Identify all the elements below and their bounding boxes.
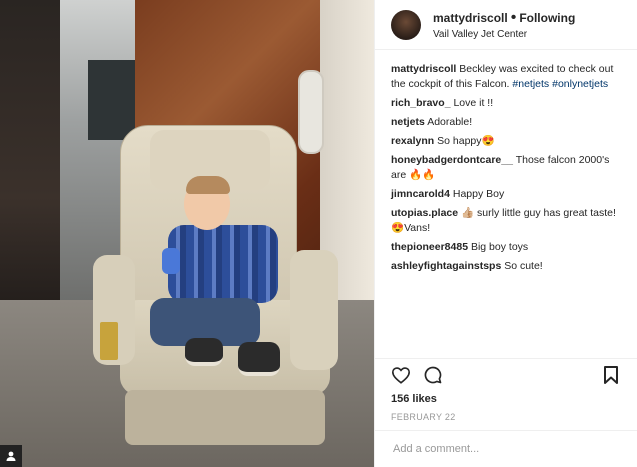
cockpit-panel: [88, 60, 138, 140]
water-bottle: [162, 248, 180, 274]
action-bar: [375, 358, 637, 390]
post-header: mattydriscoll • Following Vail Valley Jet …: [375, 0, 637, 50]
child-hair: [186, 176, 230, 194]
child-shirt: [168, 225, 278, 303]
shoe-right: [238, 342, 280, 376]
cabin-window: [298, 70, 324, 154]
cabin-wall-left: [0, 0, 60, 330]
person-tag-icon[interactable]: [0, 445, 22, 467]
armrest-right: [290, 250, 338, 370]
seat-buckle: [100, 322, 118, 360]
comment-username[interactable]: ashleyfightagainstsps: [391, 260, 501, 272]
follow-status-button[interactable]: Following: [519, 11, 575, 25]
caption: mattydriscoll Beckley was excited to che…: [391, 62, 625, 92]
comment-text: Adorable!: [427, 116, 473, 128]
seat-base: [125, 390, 325, 445]
comment-text: So happy😍: [437, 135, 495, 147]
header-username[interactable]: mattydriscoll: [433, 11, 508, 25]
header-text: mattydriscoll • Following Vail Valley Jet …: [433, 9, 575, 40]
list-item: honeybadgerdontcare__ Those falcon 2000'…: [391, 153, 625, 183]
comment-username[interactable]: rexalynn: [391, 135, 434, 147]
list-item: jimncarold4 Happy Boy: [391, 187, 625, 202]
list-item: rexalynn So happy😍: [391, 134, 625, 149]
avatar[interactable]: [391, 9, 421, 40]
comment-username[interactable]: thepioneer8485: [391, 241, 468, 253]
bookmark-icon[interactable]: [601, 365, 621, 385]
comment-text: So cute!: [504, 260, 543, 272]
list-item: thepioneer8485 Big boy toys: [391, 240, 625, 255]
add-comment-bar: [375, 430, 637, 467]
instagram-post: mattydriscoll • Following Vail Valley Jet …: [0, 0, 637, 467]
location-link[interactable]: Vail Valley Jet Center: [433, 29, 575, 40]
comment-username[interactable]: utopias.place: [391, 207, 458, 219]
post-date: FEBRUARY 22: [391, 412, 456, 422]
list-item: netjets Adorable!: [391, 115, 625, 130]
caption-hashtags[interactable]: #netjets #onlynetjets: [512, 78, 608, 90]
comment-username[interactable]: rich_bravo_: [391, 97, 451, 109]
likes-count[interactable]: 156 likes: [391, 393, 437, 405]
list-item: rich_bravo_ Love it !!: [391, 96, 625, 111]
comment-bubble-icon[interactable]: [423, 365, 443, 385]
comment-text: Happy Boy: [452, 188, 505, 200]
list-item: ashleyfightagainstsps So cute!: [391, 259, 625, 274]
comment-text: Love it !!: [453, 97, 494, 109]
caption-username[interactable]: mattydriscoll: [391, 63, 456, 75]
comment-username[interactable]: netjets: [391, 116, 425, 128]
separator-dot: •: [510, 9, 517, 26]
post-photo[interactable]: [0, 0, 374, 467]
comments-list: mattydriscoll Beckley was excited to che…: [391, 62, 625, 278]
comment-input[interactable]: [391, 442, 621, 456]
comment-username[interactable]: honeybadgerdontcare__: [391, 154, 513, 166]
shoe-left: [185, 338, 223, 366]
comment-text: Big boy toys: [470, 241, 529, 253]
list-item: utopias.place 👍🏼 surly little guy has gr…: [391, 206, 625, 236]
heart-icon[interactable]: [391, 365, 411, 385]
comment-username[interactable]: jimncarold4: [391, 188, 450, 200]
post-sidebar: mattydriscoll • Following Vail Valley Jet …: [374, 0, 637, 467]
